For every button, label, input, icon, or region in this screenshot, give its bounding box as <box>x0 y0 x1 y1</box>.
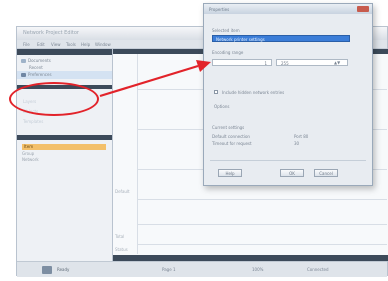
callout-arrow <box>99 60 211 98</box>
